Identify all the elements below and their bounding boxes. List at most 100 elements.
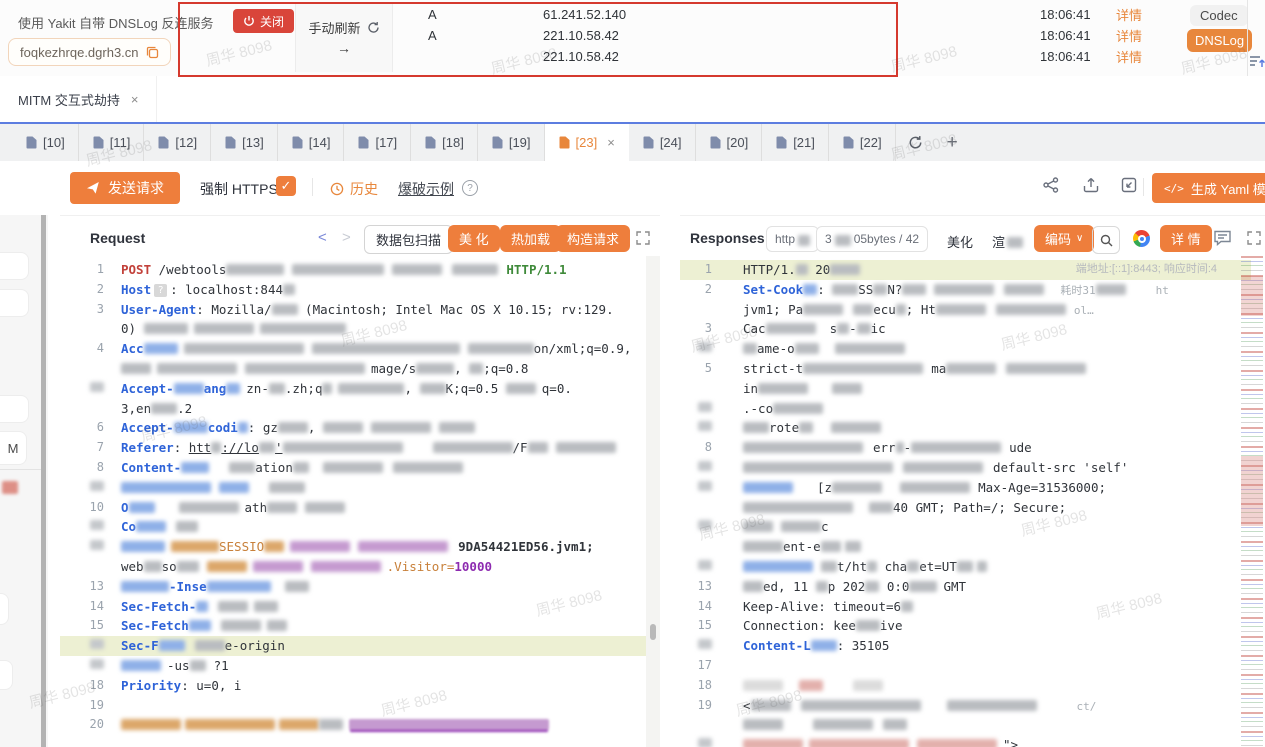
clipped-m-badge[interactable]: M — [0, 431, 27, 465]
codec-tab[interactable]: Codec — [1190, 5, 1248, 26]
next-packet-icon[interactable]: > — [342, 229, 351, 246]
code-line: 2Set-Cook: SSN?耗时31ht — [680, 280, 1251, 300]
response-panel: Responses http 305bytes / 42 美化 渲 编码 ∨ 详… — [680, 215, 1265, 747]
editor-tab-18[interactable]: [18] — [411, 124, 478, 161]
code-line: 13-Inse — [60, 577, 646, 597]
code-line: 18 — [680, 676, 1251, 696]
code-line: "> — [680, 735, 1251, 747]
dnslog-panel: 使用 Yakit 自带 DNSLog 反连服务 foqkezhrqe.dgrh3… — [0, 0, 1265, 77]
editor-tab-22[interactable]: [22] — [829, 124, 896, 161]
detail-link[interactable]: 详情 — [1116, 26, 1142, 45]
clock-icon — [330, 182, 344, 196]
scrollbar[interactable] — [646, 256, 660, 747]
generate-yaml-button[interactable]: </> 生成 Yaml 模板 — [1152, 173, 1265, 203]
search-icon[interactable] — [1092, 226, 1120, 254]
history-button[interactable]: 历史 — [330, 179, 378, 199]
manual-refresh-cell[interactable]: 手动刷新 → — [295, 2, 393, 72]
send-request-button[interactable]: 发送请求 — [70, 172, 180, 204]
send-icon — [86, 181, 100, 195]
hot-reload-button[interactable]: 热加载 — [500, 225, 561, 252]
code-line: 20 — [60, 715, 646, 735]
copy-icon[interactable] — [146, 46, 159, 59]
packet-scan-button[interactable]: 数据包扫描 — [364, 225, 453, 254]
dns-record-row: A221.10.58.42 — [400, 25, 900, 46]
code-line: jvm1; Paecu; Htol… — [680, 300, 1251, 320]
file-icon — [158, 136, 169, 149]
close-dnslog-button[interactable]: 关闭 — [233, 9, 294, 33]
mitm-toolbar: 发送请求 强制 HTTPS ✓ 历史 爆破示例 ? </> 生成 Yaml 模板 — [0, 161, 1265, 215]
code-line: 15Sec-Fetch — [60, 616, 646, 636]
request-editor[interactable]: 1POST /webtoolsHTTP/1.12Host?: localhost… — [60, 256, 646, 747]
left-panel-sliver: M — [0, 215, 48, 747]
close-icon[interactable]: × — [131, 92, 139, 107]
code-line: Co — [60, 517, 646, 537]
clipped-field[interactable] — [0, 593, 9, 625]
editor-tab-23[interactable]: [23]× — [545, 124, 629, 161]
code-line: [zMax-Age=31536000; — [680, 478, 1251, 498]
collapse-list-icon[interactable] — [1249, 54, 1265, 70]
editor-tab-12[interactable]: [12] — [144, 124, 211, 161]
dnslog-tab[interactable]: DNSLog — [1187, 29, 1252, 52]
clipped-field[interactable] — [0, 395, 29, 423]
minimap[interactable] — [1241, 256, 1263, 747]
dnslog-domain: foqkezhrqe.dgrh3.cn — [20, 45, 139, 60]
fullscreen-icon[interactable] — [636, 231, 650, 245]
code-line: 18Priority: u=0, i — [60, 676, 646, 696]
clipped-field[interactable] — [0, 252, 29, 280]
editor-tab-24[interactable]: [24] — [629, 124, 696, 161]
editor-tab-11[interactable]: [11] — [79, 124, 145, 161]
refresh-tabs-icon[interactable] — [896, 124, 935, 161]
file-icon — [358, 136, 369, 149]
encode-dropdown[interactable]: 编码 ∨ — [1034, 225, 1094, 252]
file-icon — [225, 136, 236, 149]
editor-tab-13[interactable]: [13] — [211, 124, 278, 161]
import-icon[interactable] — [1120, 176, 1138, 194]
clipped-field[interactable] — [0, 660, 13, 690]
clipped-field[interactable] — [0, 289, 29, 317]
fullscreen-icon[interactable] — [1247, 231, 1261, 245]
file-icon — [776, 136, 787, 149]
share-icon[interactable] — [1042, 176, 1060, 194]
editors-area: M Request < > 数据包扫描 美 化 热加载 构造请求 1POST /… — [0, 215, 1265, 747]
detail-link[interactable]: 详情 — [1116, 47, 1142, 66]
comment-icon[interactable] — [1213, 229, 1232, 247]
beautify-link[interactable]: 美化 — [947, 232, 973, 251]
close-icon[interactable]: × — [607, 135, 615, 150]
editor-tab-10[interactable]: [10] — [12, 124, 79, 161]
dnslog-domain-pill[interactable]: foqkezhrqe.dgrh3.cn — [8, 38, 171, 66]
editor-tab-19[interactable]: [19] — [478, 124, 545, 161]
code-line: 4Accon/xml;q=0.9, — [60, 339, 646, 359]
tab-mitm[interactable]: MITM 交互式劫持 × — [0, 76, 157, 122]
add-tab-icon[interactable]: + — [935, 124, 970, 161]
force-https-checkbox[interactable]: ✓ — [276, 176, 296, 196]
request-title: Request — [90, 230, 145, 246]
code-line: ame-o — [680, 339, 1251, 359]
response-editor[interactable]: 1HTTP/1. 20端地址:[::1]:8443; 响应时间:42Set-Co… — [680, 256, 1251, 747]
editor-tab-20[interactable]: [20] — [696, 124, 763, 161]
code-line: 14Keep-Alive: timeout=6 — [680, 597, 1251, 617]
code-line: 8err-ude — [680, 438, 1251, 458]
scrollbar[interactable] — [41, 215, 46, 747]
detail-button[interactable]: 详 情 — [1160, 225, 1212, 252]
build-request-button[interactable]: 构造请求 — [556, 225, 630, 252]
question-icon: ? — [462, 180, 478, 196]
detail-link[interactable]: 详情 — [1116, 5, 1142, 24]
editor-tab-bar: [10][11][12][13][14][17][18][19][23]×[24… — [0, 124, 1265, 161]
code-line: 5strict-tma — [680, 359, 1251, 379]
render-link[interactable]: 渲 — [992, 232, 1023, 251]
code-line: -us?1 — [60, 656, 646, 676]
editor-tab-14[interactable]: [14] — [278, 124, 345, 161]
response-title: Responses — [690, 230, 765, 246]
dns-record-row: A61.241.52.140 — [400, 4, 900, 25]
editor-tab-21[interactable]: [21] — [762, 124, 829, 161]
editor-tab-17[interactable]: [17] — [344, 124, 411, 161]
code-line: 3Cacs-ic — [680, 319, 1251, 339]
prev-packet-icon[interactable]: < — [318, 229, 327, 246]
export-icon[interactable] — [1082, 176, 1100, 194]
open-in-browser-icon[interactable] — [1133, 230, 1150, 247]
beautify-button[interactable]: 美 化 — [448, 225, 500, 252]
file-icon — [93, 136, 104, 149]
dns-record-meta: 18:06:41详情 — [1040, 46, 1142, 67]
brute-example-link[interactable]: 爆破示例 — [398, 179, 454, 199]
power-icon — [243, 15, 255, 27]
